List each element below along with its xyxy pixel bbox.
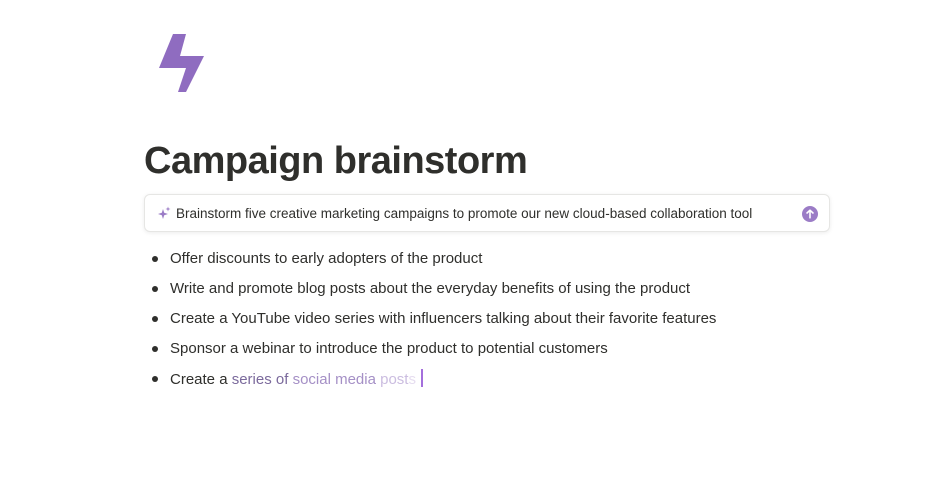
generated-text-segment: s <box>408 371 416 388</box>
sparkle-icon <box>158 206 171 219</box>
ai-prompt-box[interactable]: Brainstorm five creative marketing campa… <box>144 194 830 232</box>
notion-page: Campaign brainstorm Brainstorm five crea… <box>0 0 946 484</box>
bullet-text[interactable]: Offer discounts to early adopters of the… <box>170 249 482 269</box>
bullet-dot <box>152 376 158 382</box>
generated-text-segment: series of <box>231 371 293 388</box>
generated-text-segment: post <box>380 371 409 388</box>
generated-text-segment: social media <box>292 371 381 388</box>
bullet-dot <box>152 316 158 322</box>
text-caret <box>420 369 423 387</box>
generated-text-segment: Create a <box>170 371 232 388</box>
submit-prompt-button[interactable] <box>802 206 818 222</box>
ai-prompt-text[interactable]: Brainstorm five creative marketing campa… <box>176 206 752 221</box>
page-title[interactable]: Campaign brainstorm <box>144 140 528 183</box>
bullet-text[interactable]: Create a YouTube video series with influ… <box>170 309 716 329</box>
bullet-text[interactable]: Sponsor a webinar to introduce the produ… <box>170 339 608 359</box>
bullet-dot <box>152 346 158 352</box>
bullet-dot <box>152 256 158 262</box>
lightning-bolt-icon[interactable] <box>156 34 208 92</box>
bullet-text[interactable]: Write and promote blog posts about the e… <box>170 279 690 299</box>
bullet-dot <box>152 286 158 292</box>
generating-bullet-text[interactable]: Create a series of social media posts <box>170 369 423 390</box>
arrow-up-icon <box>806 209 814 219</box>
